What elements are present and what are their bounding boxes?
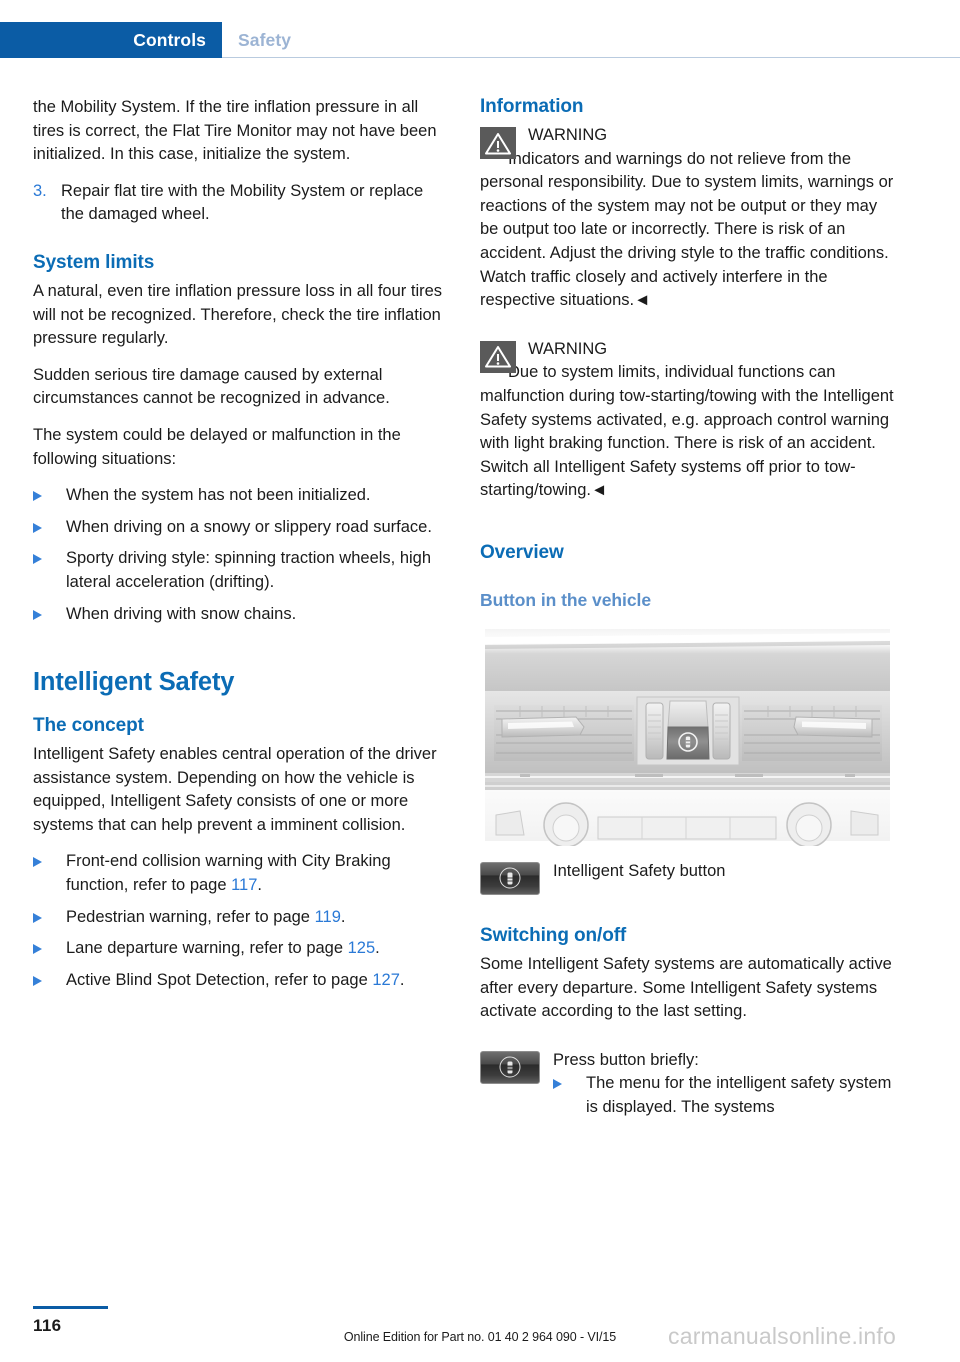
list-item-text: Pedestrian warning, refer to page 119. — [66, 906, 448, 930]
list-item: When driving on a snowy or slippery road… — [33, 516, 448, 540]
section-heading-switching-on-off: Switching on/off — [480, 924, 627, 946]
bullet-text-after: . — [340, 907, 346, 926]
warning-title: WARNING — [528, 126, 608, 144]
list-item: When the system has not been initialized… — [33, 484, 448, 508]
header-tab-controls-label: Controls — [133, 29, 206, 50]
triangle-bullet-icon — [33, 937, 66, 961]
list-item-text: Active Blind Spot Detection, refer to pa… — [66, 969, 448, 993]
list-item-text: Front-end collision warning with City Br… — [66, 850, 448, 897]
list-item: Pedestrian warning, refer to page 119. — [33, 906, 448, 930]
right-column: Information WARNING Indicators and warni… — [480, 96, 895, 1123]
bullet-text-before: Front-end collision warning with City Br… — [66, 852, 391, 895]
list-item: When driving with snow chains. — [33, 603, 448, 627]
list-item-text: When the system has not been initialized… — [66, 486, 371, 505]
action-body: Press button briefly: The menu for the i… — [543, 1049, 895, 1120]
intelligent-safety-button-icon — [480, 860, 543, 895]
triangle-bullet-icon — [33, 516, 66, 540]
triangle-bullet-icon — [33, 850, 66, 897]
vehicle-dashboard-figure — [480, 622, 895, 846]
list-item: Lane departure warning, refer to page 12… — [33, 937, 448, 961]
concept-paragraph: Intelligent Safety enables central opera… — [33, 745, 437, 834]
triangle-bullet-icon — [33, 484, 66, 508]
action-bullet-list: The menu for the intelligent safety syst… — [553, 1072, 895, 1119]
header-tab-controls[interactable]: Controls — [0, 22, 222, 58]
chapter-title: Intelligent Safety — [33, 668, 235, 697]
header-divider — [222, 57, 960, 58]
figure-caption-row: Intelligent Safety button — [480, 860, 895, 895]
system-limits-paragraph-2: Sudden serious tire damage caused by ext… — [33, 365, 390, 408]
page-header: Controls Safety — [0, 22, 960, 58]
triangle-bullet-icon — [33, 969, 66, 993]
bullet-text-after: . — [399, 970, 405, 989]
warning-block: WARNING Indicators and warnings do not r… — [480, 124, 895, 313]
section-heading-system-limits: System limits — [33, 251, 155, 273]
triangle-bullet-icon — [33, 603, 66, 627]
triangle-bullet-icon — [33, 906, 66, 930]
page-reference-link[interactable]: 125 — [348, 939, 376, 957]
list-item: The menu for the intelligent safety syst… — [553, 1072, 895, 1119]
list-item-text: When driving on a snowy or slippery road… — [66, 517, 432, 536]
triangle-bullet-icon — [33, 547, 66, 594]
bullet-text-before: Active Blind Spot Detection, refer to pa… — [66, 970, 373, 989]
bullet-text-before: Pedestrian warning, refer to page — [66, 907, 315, 926]
continued-paragraph: the Mobility System. If the tire inflati… — [33, 98, 437, 164]
list-item: Sporty driving style: spinning traction … — [33, 547, 448, 594]
bullet-text-before: Lane departure warning, refer to page — [66, 939, 348, 958]
section-heading-information: Information — [480, 96, 584, 117]
bullet-text-after: . — [257, 876, 263, 895]
action-row: Press button briefly: The menu for the i… — [480, 1049, 895, 1120]
feature-bullet-list: Front-end collision warning with City Br… — [33, 850, 448, 992]
list-item: Active Blind Spot Detection, refer to pa… — [33, 969, 448, 993]
list-number: 3. — [33, 181, 47, 200]
list-item-text: Repair flat tire with the Mobility Syste… — [61, 181, 424, 224]
footer-rule — [33, 1306, 108, 1309]
triangle-bullet-icon — [553, 1072, 586, 1119]
action-label: Press button briefly: — [553, 1050, 699, 1069]
page-reference-link[interactable]: 117 — [231, 876, 257, 894]
header-tab-safety-label: Safety — [238, 29, 292, 50]
list-item: Front-end collision warning with City Br… — [33, 850, 448, 897]
left-column: the Mobility System. If the tire inflati… — [33, 96, 448, 1000]
numbered-list-item: 3. Repair flat tire with the Mobility Sy… — [33, 180, 448, 227]
list-item-text: The menu for the intelligent safety syst… — [586, 1074, 892, 1116]
switching-paragraph: Some Intelligent Safety systems are auto… — [480, 954, 892, 1021]
warning-triangle-icon — [480, 340, 516, 373]
intelligent-safety-button-icon — [480, 1049, 543, 1120]
list-item-text: When driving with snow chains. — [66, 604, 297, 623]
system-limits-bullet-list: When the system has not been initialized… — [33, 484, 448, 626]
system-limits-paragraph-3: The system could be delayed or malfuncti… — [33, 425, 401, 468]
warning-triangle-icon — [480, 127, 516, 159]
watermark: carmanualsonline.info — [668, 1323, 896, 1349]
manual-page: Controls Safety the Mobility System. If … — [0, 0, 960, 1362]
warning-title: WARNING — [528, 339, 608, 358]
bullet-text-after: . — [375, 939, 380, 958]
page-reference-link[interactable]: 119 — [315, 908, 341, 926]
list-item-text: Lane departure warning, refer to page 12… — [66, 937, 448, 961]
header-tab-safety[interactable]: Safety — [238, 22, 291, 58]
page-reference-link[interactable]: 127 — [372, 971, 400, 989]
figure-caption-text: Intelligent Safety button — [553, 861, 726, 880]
system-limits-paragraph-1: A natural, even tire inflation pressure … — [33, 281, 443, 348]
section-heading-the-concept: The concept — [33, 715, 144, 737]
subsection-heading-button-in-the-vehicle: Button in the vehicle — [480, 589, 652, 610]
warning-block: WARNING Due to system limits, individual… — [480, 338, 895, 503]
list-item-text: Sporty driving style: spinning traction … — [66, 549, 432, 591]
warning-text: Indicators and warnings do not relieve f… — [480, 149, 894, 310]
warning-text: Due to system limits, individual functio… — [480, 363, 894, 500]
section-heading-overview: Overview — [480, 541, 564, 563]
